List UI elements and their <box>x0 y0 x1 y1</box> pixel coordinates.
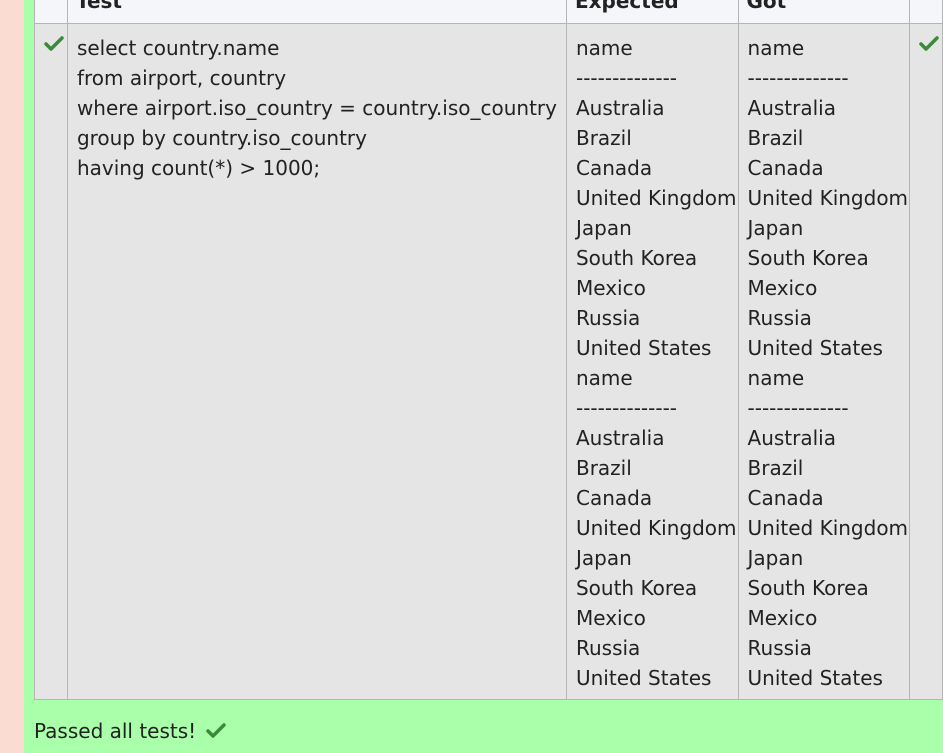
expected-output-line: Russia <box>575 636 641 660</box>
header-result <box>909 0 943 24</box>
got-output-line: Canada <box>747 486 824 510</box>
got-output-line: United Kingdom <box>747 186 909 210</box>
test-query-lines: select country.name from airport, country… <box>69 25 565 183</box>
expected-output-lines: name -------------- Australia Brazil Canada U… <box>568 25 737 693</box>
table-row: select country.name from airport, country… <box>34 23 943 700</box>
test-query-line: where airport.iso_country = country.iso_… <box>76 96 557 120</box>
got-output-lines: name -------------- Australia Brazil Canada U… <box>740 25 909 693</box>
expected-output-line: -------------- <box>575 396 678 420</box>
passed-summary: Passed all tests! <box>34 719 226 743</box>
got-output-line: United Kingdom <box>747 516 909 540</box>
expected-output-line: Brazil <box>575 456 632 480</box>
header-check <box>34 0 68 24</box>
test-query-line: group by country.iso_country <box>76 126 367 150</box>
expected-output-line: name <box>575 36 633 60</box>
test-query-line: from airport, country <box>76 66 287 90</box>
expected-output-line: -------------- <box>575 66 678 90</box>
got-output-line: Brazil <box>747 126 804 150</box>
test-cell: select country.name from airport, country… <box>66 23 567 700</box>
got-output-line: Russia <box>747 306 812 330</box>
expected-output-line: United Kingdom <box>575 186 737 210</box>
got-output-line: Japan <box>747 546 804 570</box>
expected-output-line: South Korea <box>575 576 698 600</box>
got-output-line: United States <box>747 336 883 360</box>
expected-output-line: Japan <box>575 546 632 570</box>
expected-output-line: Australia <box>575 96 665 120</box>
expected-cell: name -------------- Australia Brazil Canada U… <box>565 23 739 700</box>
got-output-line: South Korea <box>747 246 869 270</box>
got-output-line: Mexico <box>747 276 818 300</box>
expected-output-line: Australia <box>575 426 665 450</box>
expected-output-line: United States <box>575 666 712 690</box>
got-output-line: -------------- <box>747 66 849 90</box>
row-result-cell <box>909 23 943 700</box>
got-output-line: Australia <box>747 426 836 450</box>
left-margin-strip <box>0 0 24 753</box>
header-got: Got <box>737 0 911 24</box>
got-output-line: Canada <box>747 156 824 180</box>
expected-output-line: United Kingdom <box>575 516 737 540</box>
header-test: Test <box>66 0 567 24</box>
test-results-table: Test Expected Got select country.name fro… <box>34 0 943 700</box>
check-icon <box>919 36 939 51</box>
expected-output-line: Mexico <box>575 606 646 630</box>
header-expected: Expected <box>565 0 739 24</box>
got-output-line: Brazil <box>747 456 804 480</box>
got-cell: name -------------- Australia Brazil Canada U… <box>737 23 911 700</box>
got-output-line: name <box>747 366 805 390</box>
got-output-line: name <box>747 36 805 60</box>
got-output-line: Russia <box>747 636 812 660</box>
got-output-line: -------------- <box>747 396 849 420</box>
table-header-row: Test Expected Got <box>34 0 943 24</box>
got-output-line: Mexico <box>747 606 818 630</box>
expected-output-line: Brazil <box>575 126 632 150</box>
expected-output-line: Canada <box>575 156 653 180</box>
test-query-line: having count(*) > 1000; <box>76 156 321 180</box>
expected-output-line: Russia <box>575 306 641 330</box>
got-output-line: South Korea <box>747 576 869 600</box>
expected-output-line: name <box>575 366 633 390</box>
expected-output-line: Mexico <box>575 276 646 300</box>
expected-output-line: United States <box>575 336 712 360</box>
got-output-line: United States <box>747 666 883 690</box>
expected-output-line: Canada <box>575 486 653 510</box>
row-status-cell <box>34 23 68 700</box>
expected-output-line: South Korea <box>575 246 698 270</box>
test-query-line: select country.name <box>76 36 280 60</box>
expected-output-line: Japan <box>575 216 632 240</box>
passed-message: Passed all tests! <box>34 719 197 743</box>
check-icon <box>44 36 64 51</box>
got-output-line: Japan <box>747 216 804 240</box>
got-output-line: Australia <box>747 96 836 120</box>
check-icon <box>206 723 226 738</box>
